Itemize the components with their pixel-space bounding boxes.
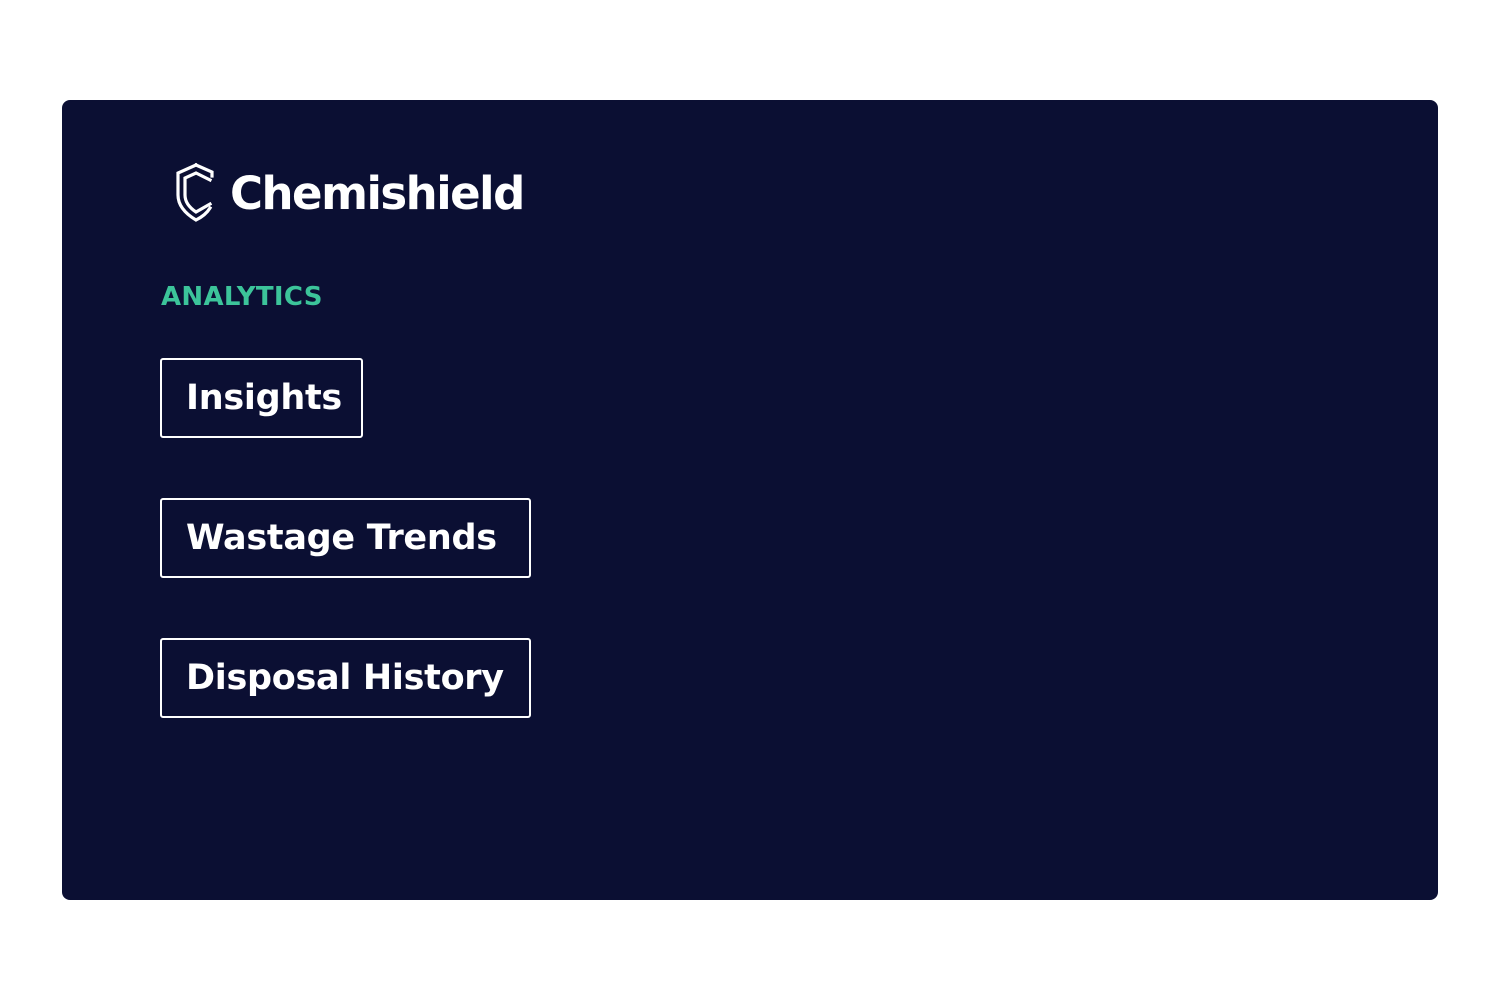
insights-button[interactable]: Insights <box>160 358 363 438</box>
disposal-history-button[interactable]: Disposal History <box>160 638 531 718</box>
wastage-trends-button[interactable]: Wastage Trends <box>160 498 531 578</box>
brand-header: Chemishield <box>172 162 525 224</box>
brand-name: Chemishield <box>230 166 525 220</box>
analytics-panel: Chemishield ANALYTICS Insights Wastage T… <box>62 100 1438 900</box>
analytics-section-label: ANALYTICS <box>161 282 323 312</box>
shield-logo-icon <box>172 162 220 224</box>
